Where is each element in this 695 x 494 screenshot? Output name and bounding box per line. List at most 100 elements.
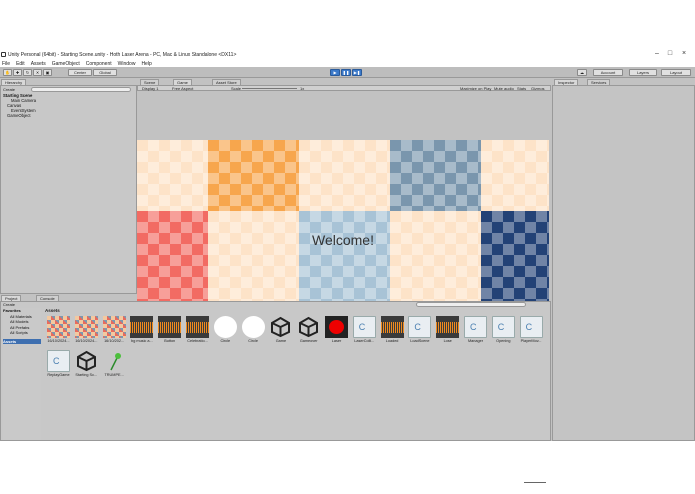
space-toggle[interactable]: Global [93,69,117,76]
layout-dropdown[interactable]: Layout [661,69,691,76]
inspector-panel [552,85,695,441]
background-tile [481,140,549,211]
asset-item[interactable]: C Manager [462,316,489,346]
background-tile [299,211,390,302]
move-tool-button[interactable]: ✚ [13,69,22,76]
asset-item[interactable]: 16/10/2024... [45,316,72,346]
menu-component[interactable]: Component [86,61,112,67]
menu-gameobject[interactable]: GameObject [52,61,80,67]
asset-item[interactable]: bg music a... [128,316,155,346]
checker-thumb-icon [74,316,98,338]
main-toolbar: ✋ ✚ ↻ ✕ ▣ Center Global ▶ ❚❚ ▶❚ ☁ Accoun… [0,67,695,78]
background-tile [299,140,390,211]
asset-label: Game [275,339,287,343]
unity-scene-icon [297,316,320,338]
menu-assets[interactable]: Assets [31,61,46,67]
asset-item[interactable]: C ReplayGame [45,350,72,380]
asset-item[interactable]: TRUMPE... [101,350,128,380]
asset-item[interactable]: Circle [240,316,267,346]
audio-waveform-icon [436,316,460,338]
asset-label: bg music a... [131,339,153,343]
asset-item[interactable]: Celebratio... [184,316,211,346]
csharp-script-icon: C [491,316,515,338]
menu-window[interactable]: Window [118,61,136,67]
scale-slider[interactable] [242,88,297,89]
step-button[interactable]: ▶❚ [352,69,362,76]
menu-help[interactable]: Help [141,61,151,67]
layers-dropdown[interactable]: Layers [629,69,657,76]
asset-item[interactable]: C PlayerMov... [518,316,545,346]
csharp-script-icon: C [352,316,376,338]
project-search-input[interactable] [416,302,526,307]
circle-sprite-icon [241,316,265,338]
asset-item[interactable]: Gameover [295,316,322,346]
hierarchy-create-button[interactable]: Create [3,87,15,92]
assets-breadcrumb[interactable]: Assets [45,308,60,313]
mute-audio-toggle[interactable]: Mute audio [494,86,514,91]
asset-item[interactable]: 16/10/202... [101,316,128,346]
game-view-toolbar: Display 1 Free Aspect Scale 1x Maximize … [137,85,551,91]
menu-file[interactable]: File [2,61,10,67]
maximize-on-play-toggle[interactable]: Maximize on Play [460,86,491,91]
asset-item[interactable]: C LoadScene [406,316,433,346]
asset-item[interactable]: Laser [323,316,350,346]
welcome-heading: Welcome! [312,232,374,248]
scale-label: Scale [231,86,242,91]
asset-item[interactable]: Starting Sc... [73,350,100,380]
project-panel: Create Favorites All Materials All Model… [0,301,551,483]
thumbnail-size-slider[interactable] [524,482,546,483]
pivot-toggle[interactable]: Center [68,69,92,76]
asset-label: 16/10/2024... [47,339,70,343]
title-bar: Unity Personal (64bit) - Starting Scene.… [0,49,695,60]
asset-label: Laser [331,339,342,343]
cloud-button[interactable]: ☁ [577,69,587,76]
stats-toggle[interactable]: Stats [517,86,526,91]
rotate-tool-button[interactable]: ↻ [23,69,32,76]
menu-bar: File Edit Assets GameObject Component Wi… [0,60,695,67]
asset-item[interactable]: Loaded [379,316,406,346]
asset-item[interactable]: Lose [434,316,461,346]
hierarchy-panel: Create Starting Scene Main Camera Canvas… [0,85,137,294]
menu-edit[interactable]: Edit [16,61,25,67]
asset-item[interactable]: Button [156,316,183,346]
asset-item[interactable]: Circle [212,316,239,346]
csharp-script-icon: C [408,316,432,338]
asset-label: Opening [496,339,511,343]
minimize-icon[interactable]: – [651,50,663,57]
favorite-all-scripts[interactable]: All Scripts [3,330,41,336]
background-tile [137,211,208,302]
close-icon[interactable]: × [678,50,690,57]
play-button[interactable]: ▶ [330,69,340,76]
account-dropdown[interactable]: Account [593,69,623,76]
asset-label: ReplayGame [47,373,70,377]
asset-label: LaserColli... [354,339,375,343]
asset-item[interactable]: 16/10/2024... [73,316,100,346]
window-title: Unity Personal (64bit) - Starting Scene.… [8,51,237,58]
asset-item[interactable]: C LaserColli... [351,316,378,346]
hierarchy-search-input[interactable] [31,87,131,92]
gizmos-dropdown[interactable]: Gizmos [531,86,545,91]
asset-label: Gameover [299,339,318,343]
asset-grid: 16/10/2024... 16/10/2024... 16/10/202... bg… [45,316,550,436]
project-create-button[interactable]: Create [3,302,15,307]
pause-button[interactable]: ❚❚ [341,69,351,76]
background-tile [390,211,481,302]
background-tile [137,140,208,211]
asset-label: PlayerMov... [520,339,542,343]
assets-root-folder[interactable]: Assets [3,338,41,344]
circle-sprite-icon [213,316,237,338]
maximize-icon[interactable]: □ [664,50,676,57]
rect-tool-button[interactable]: ▣ [43,69,52,76]
asset-label: Button [164,339,176,343]
aspect-dropdown[interactable]: Free Aspect [172,86,193,91]
display-dropdown[interactable]: Display 1 [142,86,158,91]
hand-tool-button[interactable]: ✋ [3,69,12,76]
unity-scene-icon [269,316,292,338]
asset-label: Lose [443,339,452,343]
asset-label: 16/10/202... [104,339,125,343]
asset-item[interactable]: C Opening [490,316,517,346]
background-tile [208,211,299,302]
hierarchy-item-gameobject[interactable]: GameObject [7,113,31,118]
scale-tool-button[interactable]: ✕ [33,69,42,76]
asset-item[interactable]: Game [267,316,294,346]
